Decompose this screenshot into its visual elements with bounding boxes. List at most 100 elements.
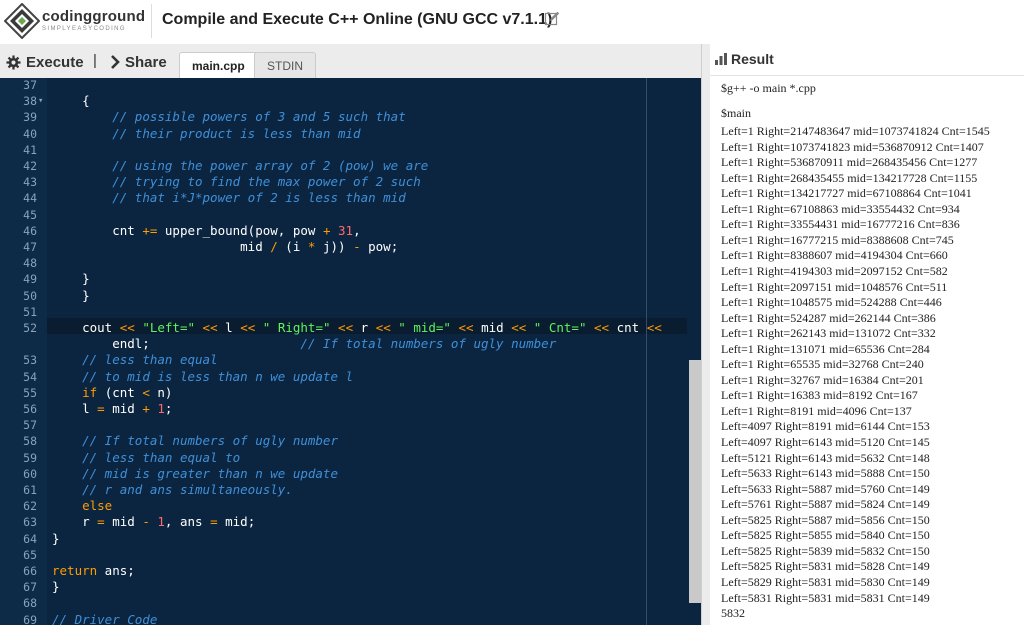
code-text: // that i*J*power of 2 is less than mid: [52, 190, 406, 206]
code-token: <<: [646, 320, 662, 335]
code-token: <<: [375, 320, 391, 335]
line-number: 65: [23, 547, 37, 562]
output-line: Left=1 Right=65535 mid=32768 Cnt=240: [721, 357, 924, 372]
code-token: return: [52, 563, 98, 578]
output-line: Left=5761 Right=5887 mid=5824 Cnt=149: [721, 497, 930, 512]
execute-label: Execute: [26, 53, 84, 71]
code-line: 58 // If total numbers of ugly number: [0, 433, 687, 449]
brand[interactable]: codingground SIMPLYEASYCODING: [42, 8, 150, 33]
code-line: 39 // possible powers of 3 and 5 such th…: [0, 109, 687, 125]
result-title-label: Result: [731, 51, 774, 67]
output-line: Left=1 Right=33554431 mid=16777216 Cnt=8…: [721, 217, 960, 232]
code-token: " Cnt=": [533, 320, 587, 335]
line-number: 39: [23, 110, 37, 125]
code-token: // less than equal to: [82, 449, 241, 465]
code-token: mid: [473, 320, 512, 335]
line-number: 53: [23, 353, 37, 368]
code-token: +=: [142, 222, 158, 238]
code-text: l = mid + 1;: [52, 401, 172, 417]
code-line: 38 ▾ {: [0, 93, 687, 109]
header-divider: [151, 4, 152, 38]
code-token: // trying to find the max power of 2 suc…: [112, 174, 421, 190]
output-line: Left=1 Right=16383 mid=8192 Cnt=167: [721, 388, 918, 403]
line-number: 48: [23, 256, 37, 271]
code-editor[interactable]: 37 38 ▾ {39 // possible powers of 3 and 5 …: [0, 78, 701, 625]
code-line: 42 // using the power array of 2 (pow) w…: [0, 158, 687, 174]
code-text: // Driver Code: [52, 612, 157, 625]
code-token: <<: [458, 320, 474, 335]
output-line: Left=1 Right=134217727 mid=67108864 Cnt=…: [721, 186, 972, 201]
code-text: }: [52, 288, 90, 304]
code-token: " Right=": [262, 320, 331, 335]
edit-icon[interactable]: [544, 11, 560, 27]
code-token: <<: [594, 320, 610, 335]
code-token: {: [52, 93, 90, 109]
line-number: 46: [23, 223, 37, 238]
fold-arrow-icon[interactable]: ▾: [38, 93, 43, 109]
code-line: 69 // Driver Code: [0, 612, 687, 625]
code-token: // Driver Code: [52, 611, 158, 625]
output-line: Left=1 Right=262143 mid=131072 Cnt=332: [721, 326, 936, 341]
code-text: }: [52, 579, 60, 595]
code-line: 46 cnt += upper_bound(pow, pow + 31,: [0, 223, 687, 239]
code-token: else: [82, 498, 113, 514]
code-line: 55 if (cnt < n): [0, 385, 687, 401]
output-line: Left=5825 Right=5855 mid=5840 Cnt=150: [721, 528, 930, 543]
output-line: Left=1 Right=1073741823 mid=536870912 Cn…: [721, 139, 984, 154]
output-line: Left=4097 Right=6143 mid=5120 Cnt=145: [721, 435, 930, 449]
execute-button[interactable]: Execute: [6, 52, 84, 72]
code-line: 65: [0, 547, 687, 563]
line-number: 64: [23, 531, 37, 546]
code-line: 52 cout << "Left=" << l << " Right=" << …: [0, 320, 687, 336]
code-line: 53 // less than equal: [0, 352, 687, 368]
code-text: // less than equal to: [52, 450, 240, 466]
share-button[interactable]: Share: [110, 52, 167, 72]
tab-main-cpp[interactable]: main.cpp: [179, 52, 258, 79]
code-text: if (cnt < n): [52, 385, 172, 401]
code-line: 67}: [0, 579, 687, 595]
line-number: 38: [23, 94, 37, 109]
code-token: r: [52, 514, 98, 530]
code-token: =: [210, 514, 218, 530]
codingground-logo-icon[interactable]: [4, 3, 40, 39]
line-number: 42: [23, 159, 37, 173]
code-text: // to mid is less than n we update l: [52, 369, 353, 385]
code-line: 56 l = mid + 1;: [0, 401, 687, 417]
code-token: endl;: [52, 336, 301, 352]
top-header: codingground SIMPLYEASYCODING Compile an…: [0, 0, 1024, 45]
code-token: -: [353, 239, 361, 254]
code-token: // less than equal: [82, 352, 218, 368]
code-token: // their product is less than mid: [112, 125, 361, 141]
output-line: Left=1 Right=67108863 mid=33554432 Cnt=9…: [721, 201, 960, 216]
code-text: // possible powers of 3 and 5 such that: [52, 109, 406, 125]
code-token: <<: [119, 320, 135, 335]
editor-scrollbar-thumb[interactable]: [689, 360, 701, 603]
line-number: 47: [23, 240, 37, 254]
code-text: }: [52, 271, 90, 287]
code-token: r: [353, 320, 376, 335]
output-line: Left=5829 Right=5831 mid=5830 Cnt=149: [721, 574, 930, 589]
line-number: 49: [23, 272, 37, 287]
code-token: mid: [104, 514, 143, 530]
code-token: // using the power array of 2 (pow) we a…: [112, 158, 429, 173]
code-line: 50 }: [0, 288, 687, 304]
output-line: Left=1 Right=1048575 mid=524288 Cnt=446: [721, 295, 942, 310]
code-token: <<: [202, 320, 218, 335]
code-token: <: [142, 384, 150, 400]
code-token: <<: [240, 320, 256, 335]
output-line: 5832: [721, 606, 745, 621]
output-line: Left=5825 Right=5887 mid=5856 Cnt=150: [721, 512, 930, 527]
line-number: 63: [23, 515, 37, 530]
code-text: return ans;: [52, 563, 135, 579]
code-token: -: [142, 514, 150, 530]
code-token: mid: [104, 401, 143, 416]
code-line: 64}: [0, 531, 687, 547]
tab-stdin[interactable]: STDIN: [254, 52, 316, 79]
code-token: ,: [353, 222, 361, 238]
